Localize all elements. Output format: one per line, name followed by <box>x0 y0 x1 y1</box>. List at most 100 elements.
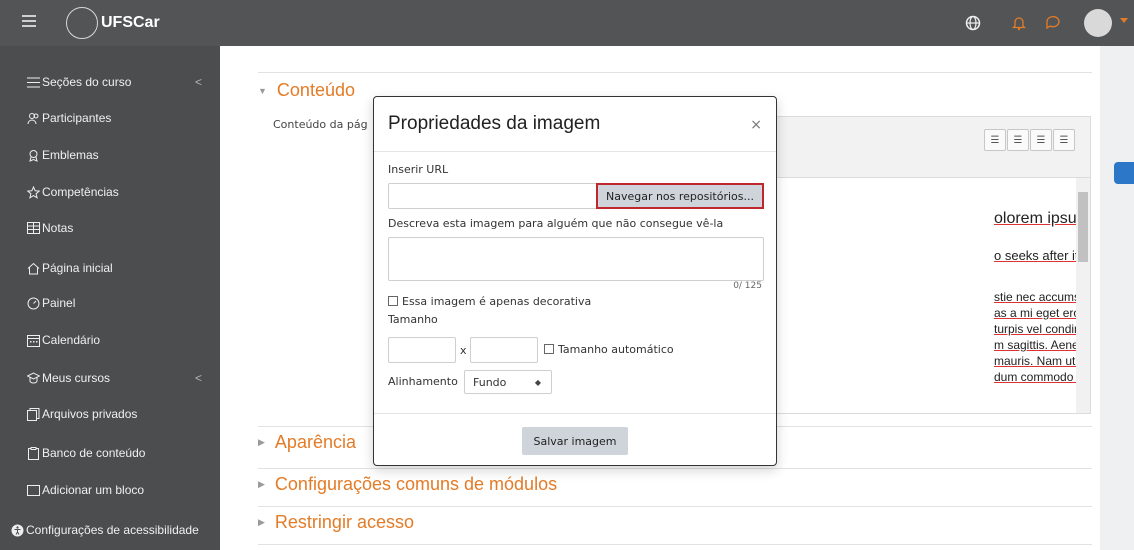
badges-icon <box>26 148 40 162</box>
grades-icon <box>26 221 40 235</box>
browse-repositories-button[interactable]: Navegar nos repositórios... <box>596 183 764 209</box>
add-block-icon <box>26 483 40 497</box>
close-icon[interactable]: × <box>750 117 762 133</box>
divider <box>258 72 1092 73</box>
width-input[interactable] <box>388 337 456 363</box>
triangle-right-icon: ▶ <box>258 437 265 447</box>
section-title: Configurações comuns de módulos <box>274 474 558 494</box>
bell-icon[interactable] <box>1010 14 1028 32</box>
url-label: Inserir URL <box>388 163 449 176</box>
bullet-list-icon[interactable]: ☰ <box>984 129 1006 151</box>
sidebar-item-label: Participantes <box>42 111 112 125</box>
sidebar-item-meus-cursos[interactable]: Meus cursos < <box>26 368 212 388</box>
sidebar-item-banco[interactable]: Banco de conteúdo <box>26 443 212 463</box>
triangle-right-icon: ▶ <box>258 517 265 527</box>
indent-icon[interactable]: ☰ <box>1053 129 1075 151</box>
auto-size-checkbox-row[interactable]: Tamanho automático <box>544 343 674 356</box>
sidebar-item-arquivos[interactable]: Arquivos privados <box>26 404 212 424</box>
editor-scrollbar[interactable] <box>1076 178 1090 413</box>
sidebar-item-label: Painel <box>42 296 76 310</box>
decorative-checkbox[interactable] <box>388 296 398 306</box>
divider <box>258 506 1092 507</box>
section-title: Conteúdo <box>276 80 355 100</box>
sidebar-item-adicionar-bloco[interactable]: Adicionar um bloco <box>26 480 212 500</box>
auto-size-checkbox[interactable] <box>544 344 554 354</box>
chevron-left-icon[interactable]: < <box>195 75 202 89</box>
sidebar-item-painel[interactable]: Painel <box>26 293 212 313</box>
course-sidebar: Seções do curso < Participantes Emblemas… <box>0 46 220 550</box>
select-arrows-icon: ◆ <box>534 377 541 387</box>
accessibility-icon <box>10 523 24 537</box>
section-configuracoes-header[interactable]: ▶ Configurações comuns de módulos <box>258 474 557 495</box>
sidebar-item-calendario[interactable]: Calendário <box>26 330 212 350</box>
sidebar-item-label: Calendário <box>42 333 101 347</box>
star-icon <box>26 185 40 199</box>
alignment-value: Fundo <box>473 375 507 389</box>
courses-icon <box>26 371 40 385</box>
decorative-label: Essa imagem é apenas decorativa <box>402 295 592 308</box>
home-icon <box>26 261 40 275</box>
sidebar-item-competencias[interactable]: Competências <box>26 182 212 202</box>
divider <box>258 468 1092 469</box>
field-label: Conteúdo da pág <box>273 118 368 131</box>
sidebar-item-label: Notas <box>42 221 74 235</box>
url-input[interactable] <box>388 183 598 209</box>
sidebar-item-acessibilidade[interactable]: Configurações de acessibilidade <box>10 520 218 540</box>
image-properties-dialog: Propriedades da imagem × Inserir URL Nav… <box>373 96 777 466</box>
section-title: Aparência <box>274 432 356 452</box>
divider <box>258 544 1092 545</box>
globe-icon[interactable] <box>964 14 982 32</box>
content-bank-icon <box>26 446 40 460</box>
ufscar-logo[interactable]: UFSCar <box>66 7 160 39</box>
dashboard-icon <box>26 296 40 310</box>
alignment-select[interactable]: Fundo ◆ <box>464 370 552 394</box>
sidebar-item-pagina-inicial[interactable]: Página inicial <box>26 258 212 278</box>
sidebar-item-notas[interactable]: Notas <box>26 218 212 238</box>
list-icon <box>26 75 40 89</box>
sidebar-item-label: Configurações de acessibilidade <box>26 523 199 537</box>
sidebar-item-emblemas[interactable]: Emblemas <box>26 145 212 165</box>
hamburger-menu-icon[interactable] <box>22 15 36 27</box>
chevron-down-icon[interactable] <box>1120 18 1128 23</box>
sidebar-item-label: Arquivos privados <box>42 407 138 421</box>
size-label: Tamanho <box>388 313 438 326</box>
sidebar-item-label: Adicionar um bloco <box>42 483 145 497</box>
alt-text-textarea[interactable] <box>388 237 764 281</box>
sidebar-item-secoes[interactable]: Seções do curso < <box>26 72 212 92</box>
logo-text: UFSCar <box>101 14 160 31</box>
chat-icon[interactable] <box>1044 14 1062 32</box>
chevron-left-icon[interactable]: < <box>195 371 202 385</box>
sidebar-item-label: Banco de conteúdo <box>42 446 146 460</box>
alignment-label: Alinhamento <box>388 375 458 388</box>
section-title: Restringir acesso <box>274 512 414 532</box>
files-icon <box>26 407 40 421</box>
alt-text-label: Descreva esta imagem para alguém que não… <box>388 217 724 230</box>
sidebar-item-label: Competências <box>42 185 119 199</box>
sidebar-item-label: Meus cursos <box>42 371 111 385</box>
divider <box>374 413 776 414</box>
outdent-icon[interactable]: ☰ <box>1030 129 1052 151</box>
ufscar-seal-icon <box>66 7 98 39</box>
dialog-title: Propriedades da imagem <box>388 113 601 134</box>
accessibility-widget-icon[interactable] <box>1114 162 1134 184</box>
scrollbar-thumb[interactable] <box>1078 192 1088 262</box>
divider <box>374 151 776 152</box>
size-separator: x <box>460 344 467 357</box>
numbered-list-icon[interactable]: ☰ <box>1007 129 1029 151</box>
sidebar-item-participantes[interactable]: Participantes <box>26 108 212 128</box>
users-icon <box>26 111 40 125</box>
user-avatar[interactable] <box>1084 9 1112 37</box>
decorative-checkbox-row[interactable]: Essa imagem é apenas decorativa <box>388 295 591 308</box>
triangle-right-icon: ▶ <box>258 479 265 489</box>
save-image-button[interactable]: Salvar imagem <box>522 427 628 455</box>
character-counter: 0/ 125 <box>733 281 762 291</box>
right-gutter <box>1100 46 1134 550</box>
height-input[interactable] <box>470 337 538 363</box>
sidebar-item-label: Página inicial <box>42 261 113 275</box>
auto-size-label: Tamanho automático <box>558 343 674 356</box>
section-aparencia-header[interactable]: ▶ Aparência <box>258 432 356 453</box>
triangle-down-icon: ▼ <box>258 85 267 96</box>
section-conteudo-header[interactable]: ▼ Conteúdo <box>258 80 355 101</box>
section-restringir-header[interactable]: ▶ Restringir acesso <box>258 512 414 533</box>
